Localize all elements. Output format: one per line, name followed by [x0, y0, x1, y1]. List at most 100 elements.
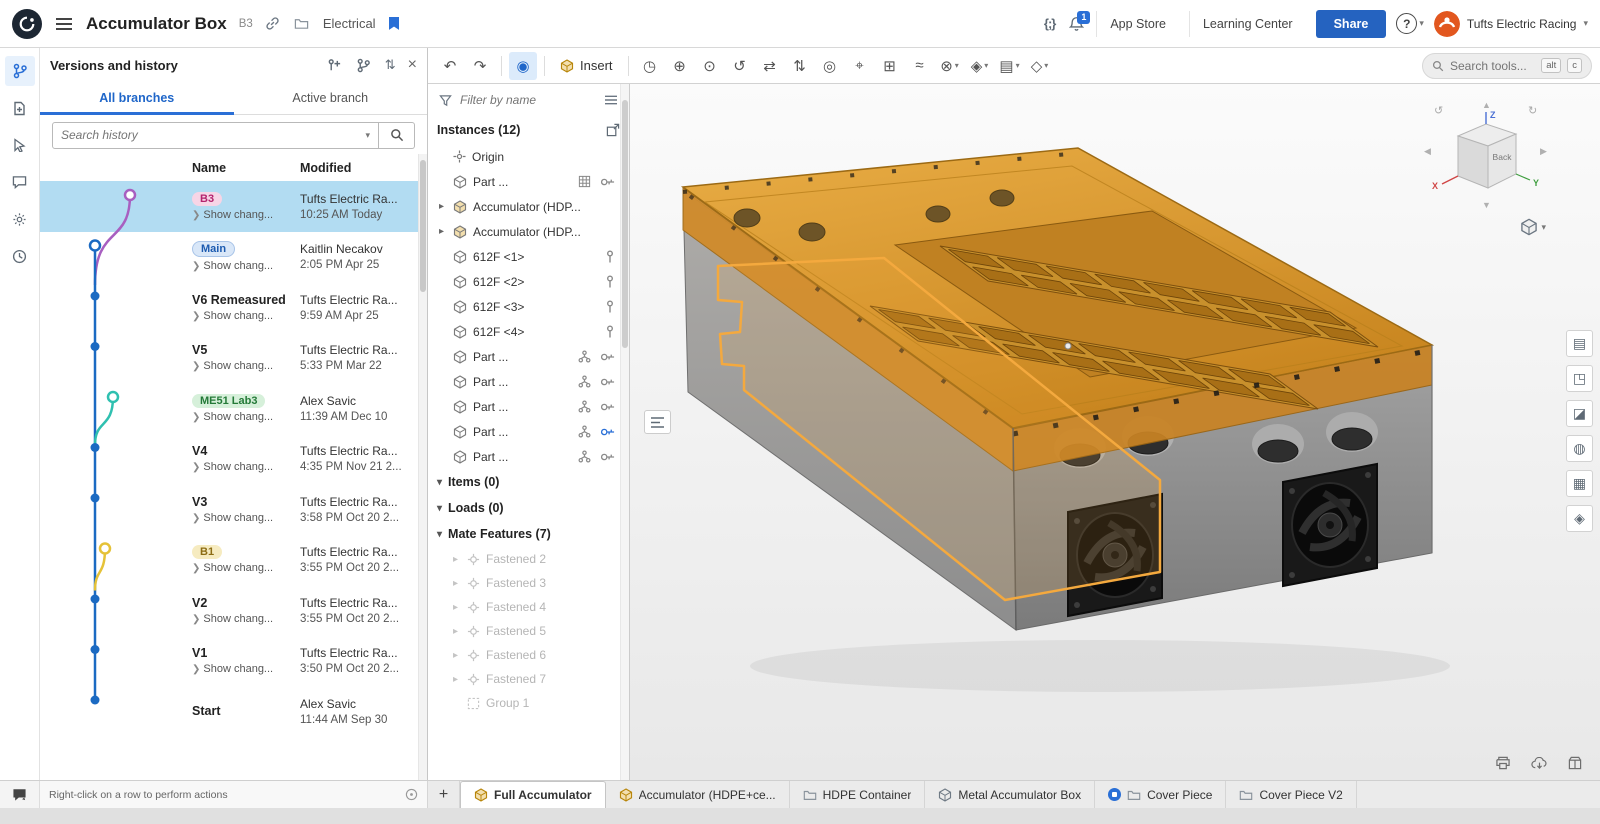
connector-icon[interactable] [600, 451, 615, 463]
chevron-down-icon[interactable]: ▾ [437, 503, 442, 514]
show-changes-toggle[interactable]: ❯Show chang... [192, 310, 300, 322]
instances-header[interactable]: Instances (12) [428, 116, 629, 144]
version-row[interactable]: Main❯Show chang...Kaitlin Necakov2:05 PM… [40, 232, 427, 283]
display-states-icon[interactable]: ▤▾ [996, 52, 1024, 80]
featurescript-icon[interactable]: {;} [1042, 14, 1057, 33]
tree-section-header[interactable]: ▾Mate Features (7) [428, 521, 629, 547]
view-orientation-icon[interactable]: ▾ [1520, 218, 1546, 236]
instance-item[interactable]: 612F <4> [428, 319, 629, 344]
undo-icon[interactable]: ↶ [436, 52, 464, 80]
connector-icon[interactable] [600, 426, 615, 438]
connector-icon[interactable] [600, 176, 615, 188]
snapshot-icon[interactable]: ≈ [906, 52, 934, 80]
mate-connector-icon[interactable]: ⌖ [846, 52, 874, 80]
replicate-icon[interactable]: ⊗▾ [936, 52, 964, 80]
ball-mate-icon[interactable]: ◎ [816, 52, 844, 80]
account-menu[interactable]: Tufts Electric Racing ▾ [1434, 11, 1588, 37]
bom-table-icon[interactable]: ▦ [1566, 470, 1593, 497]
revolute-mate-icon[interactable]: ↺ [726, 52, 754, 80]
instance-item[interactable]: Part ... [428, 369, 629, 394]
version-row[interactable]: V1❯Show chang...Tufts Electric Ra...3:50… [40, 636, 427, 687]
main-menu-icon[interactable] [52, 14, 76, 34]
document-tab[interactable]: Metal Accumulator Box [925, 781, 1095, 808]
version-name[interactable]: Start [192, 704, 300, 718]
version-name[interactable]: V1 [192, 646, 300, 660]
comments-icon[interactable] [5, 167, 35, 197]
connector-icon[interactable] [600, 401, 615, 413]
activity-history-icon[interactable] [5, 241, 35, 271]
copy-link-icon[interactable] [263, 14, 282, 33]
version-row[interactable]: V4❯Show chang...Tufts Electric Ra...4:35… [40, 434, 427, 485]
tree-icon[interactable] [578, 350, 591, 363]
instance-item[interactable]: Origin [428, 144, 629, 169]
instance-item[interactable]: Part ... [428, 344, 629, 369]
edit-in-place-icon[interactable]: ◉ [509, 52, 537, 80]
show-changes-toggle[interactable]: ❯Show chang... [192, 209, 300, 221]
version-row[interactable]: V6 Remeasured❯Show chang...Tufts Electri… [40, 282, 427, 333]
search-navigate-icon[interactable] [5, 130, 35, 160]
tree-icon[interactable] [578, 450, 591, 463]
instance-item[interactable]: 612F <2> [428, 269, 629, 294]
show-changes-toggle[interactable]: ❯Show chang... [192, 461, 300, 473]
drawing-panel-icon[interactable]: ▤ [1566, 330, 1593, 357]
tree-icon[interactable] [578, 400, 591, 413]
version-row[interactable]: V5❯Show chang...Tufts Electric Ra...5:33… [40, 333, 427, 384]
version-name[interactable]: V3 [192, 495, 300, 509]
mate-feature-item[interactable]: ▸Fastened 7 [428, 667, 629, 691]
mate-feature-item[interactable]: ▸Fastened 2 [428, 547, 629, 571]
chevron-right-icon[interactable]: ▸ [450, 602, 461, 613]
column-modified[interactable]: Modified [300, 161, 351, 175]
mate-feature-item[interactable]: ▸Fastened 3 [428, 571, 629, 595]
insert-new-tab-icon[interactable] [5, 93, 35, 123]
instance-item[interactable]: 612F <3> [428, 294, 629, 319]
instance-item[interactable]: ▸Accumulator (HDP... [428, 219, 629, 244]
tree-icon[interactable] [578, 425, 591, 438]
tab-active-branch[interactable]: Active branch [234, 82, 428, 114]
grid-icon[interactable] [578, 175, 591, 188]
close-panel-icon[interactable]: × [408, 57, 417, 73]
chevron-down-icon[interactable]: ▾ [437, 477, 442, 488]
pin-icon[interactable] [605, 250, 615, 264]
version-badge[interactable]: Main [192, 241, 235, 257]
pattern-icon[interactable]: ◈▾ [966, 52, 994, 80]
scrollbar-thumb[interactable] [622, 100, 628, 348]
version-row[interactable]: B1❯Show chang...Tufts Electric Ra...3:55… [40, 535, 427, 586]
group-icon[interactable]: ⊞ [876, 52, 904, 80]
version-name[interactable]: V5 [192, 343, 300, 357]
version-badge[interactable]: B1 [192, 545, 222, 559]
cooling-fan[interactable] [1283, 464, 1377, 586]
show-changes-toggle[interactable]: ❯Show chang... [192, 260, 300, 272]
version-badge[interactable]: B3 [192, 192, 222, 206]
instance-item[interactable]: Part ... [428, 394, 629, 419]
print-icon[interactable] [1493, 754, 1513, 772]
mate-feature-item[interactable]: ▸Fastened 4 [428, 595, 629, 619]
appearance-icon[interactable]: ◍ [1566, 435, 1593, 462]
chevron-right-icon[interactable]: ▸ [436, 201, 447, 212]
version-row[interactable]: V3❯Show chang...Tufts Electric Ra...3:58… [40, 484, 427, 535]
redo-icon[interactable]: ↷ [466, 52, 494, 80]
show-changes-toggle[interactable]: ❯Show chang... [192, 663, 300, 675]
instance-item[interactable]: Part ... [428, 419, 629, 444]
section-view-icon[interactable]: ◪ [1566, 400, 1593, 427]
cloud-sync-icon[interactable] [1529, 755, 1550, 772]
version-name[interactable]: V4 [192, 444, 300, 458]
pin-icon[interactable] [605, 325, 615, 339]
column-name[interactable]: Name [192, 161, 300, 175]
show-changes-toggle[interactable]: ❯Show chang... [192, 562, 300, 574]
create-version-icon[interactable] [325, 56, 344, 75]
version-row[interactable]: V2❯Show chang...Tufts Electric Ra...3:55… [40, 585, 427, 636]
document-tab[interactable]: Full Accumulator [460, 781, 606, 808]
help-button[interactable]: ? ▾ [1396, 13, 1424, 34]
app-store-button[interactable]: App Store [1096, 11, 1179, 37]
tree-section-header[interactable]: ▾Loads (0) [428, 495, 629, 521]
bookmark-icon[interactable] [386, 14, 402, 33]
history-search-input[interactable] [61, 128, 359, 142]
onshape-logo-icon[interactable] [12, 9, 42, 39]
display-options-icon[interactable]: ◈ [1566, 505, 1593, 532]
revert-icon[interactable]: ◷ [636, 52, 664, 80]
archive-icon[interactable] [1566, 754, 1584, 772]
mate-feature-item[interactable]: ▸Fastened 6 [428, 643, 629, 667]
named-views-icon[interactable]: ◳ [1566, 365, 1593, 392]
filter-by-name-input[interactable] [460, 93, 596, 107]
connector-icon[interactable] [600, 376, 615, 388]
